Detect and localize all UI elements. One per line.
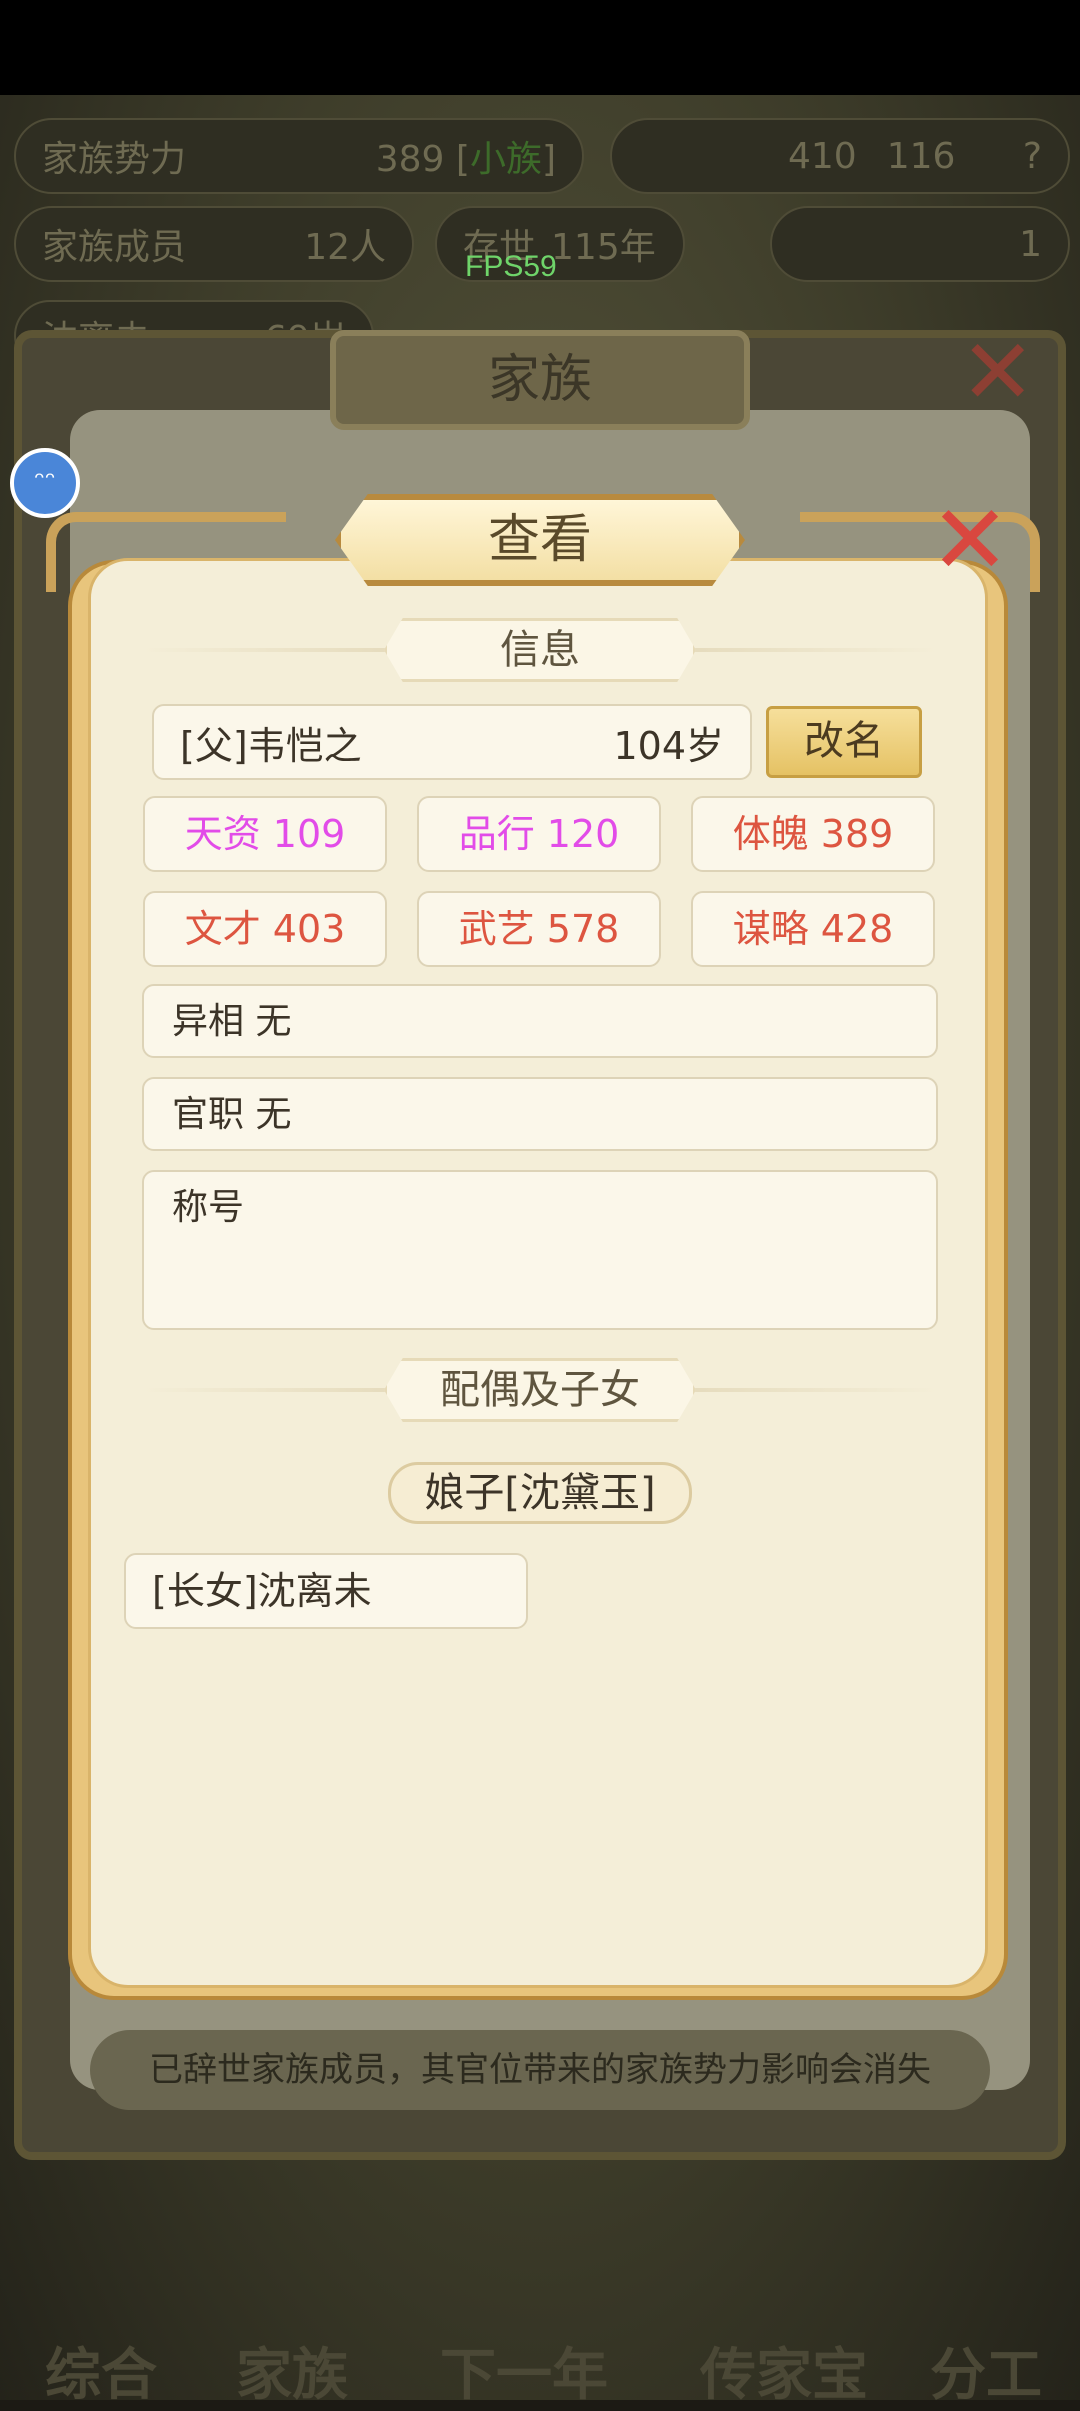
- family-power-label: 家族势力: [42, 139, 187, 180]
- nav-division[interactable]: 分工: [930, 2330, 1042, 2411]
- family-close-icon[interactable]: ✕: [960, 320, 1035, 425]
- family-power-value: 389 [小族]: [375, 139, 556, 180]
- rename-button[interactable]: 改名: [766, 706, 922, 778]
- family-power-bar: 家族势力 389 [小族]: [14, 118, 584, 194]
- gold-bar: 1: [770, 206, 1070, 282]
- family-section-label: 配偶及子女: [384, 1358, 696, 1422]
- currency-b-value: 116: [886, 135, 956, 177]
- member-age: 104岁: [613, 723, 724, 768]
- stat-conduct: 品行 120: [417, 796, 661, 872]
- exist-value: 115年: [551, 227, 656, 268]
- stat-aptitude: 天资 109: [143, 796, 387, 872]
- members-bar: 家族成员 12人: [14, 206, 414, 282]
- member-name-field: [父]韦恺之 104岁: [152, 704, 752, 780]
- nav-next-year[interactable]: 下一年: [440, 2330, 608, 2411]
- nav-general[interactable]: 综合: [45, 2330, 157, 2411]
- currency-a-value: 410: [788, 135, 857, 177]
- office-field: 官职 无: [142, 1077, 938, 1151]
- help-icon[interactable]: ?: [1023, 136, 1042, 177]
- status-bar: [0, 0, 1080, 95]
- stat-physique: 体魄 389: [691, 796, 935, 872]
- family-panel-title: 家族: [330, 330, 750, 430]
- fps-counter: FPS59: [465, 250, 557, 283]
- stat-strategy: 谋略 428: [691, 891, 935, 967]
- gold-value: 1: [1019, 223, 1042, 265]
- spouse-badge[interactable]: 娘子[沈黛玉]: [388, 1462, 692, 1524]
- nav-family[interactable]: 家族: [236, 2330, 348, 2411]
- bottom-tip: 已辞世家族成员，其官位带来的家族势力影响会消失: [90, 2030, 990, 2110]
- members-value: 12人: [304, 227, 386, 268]
- trait-field: 异相 无: [142, 984, 938, 1058]
- member-name: [父]韦恺之: [180, 723, 362, 768]
- nav-heirloom[interactable]: 传家宝: [700, 2330, 868, 2411]
- info-section-label: 信息: [384, 618, 696, 682]
- currency-bar: 410 116 ?: [610, 118, 1070, 194]
- assistive-touch-icon[interactable]: ᵔᵔ: [10, 448, 80, 518]
- child-item[interactable]: [长女]沈离未: [124, 1553, 528, 1629]
- stat-literary: 文才 403: [143, 891, 387, 967]
- members-label: 家族成员: [42, 227, 187, 268]
- stat-martial: 武艺 578: [417, 891, 661, 967]
- close-icon[interactable]: ✕: [915, 490, 1025, 600]
- dialog-title: 查看: [335, 494, 745, 586]
- title-field: 称号: [142, 1170, 938, 1330]
